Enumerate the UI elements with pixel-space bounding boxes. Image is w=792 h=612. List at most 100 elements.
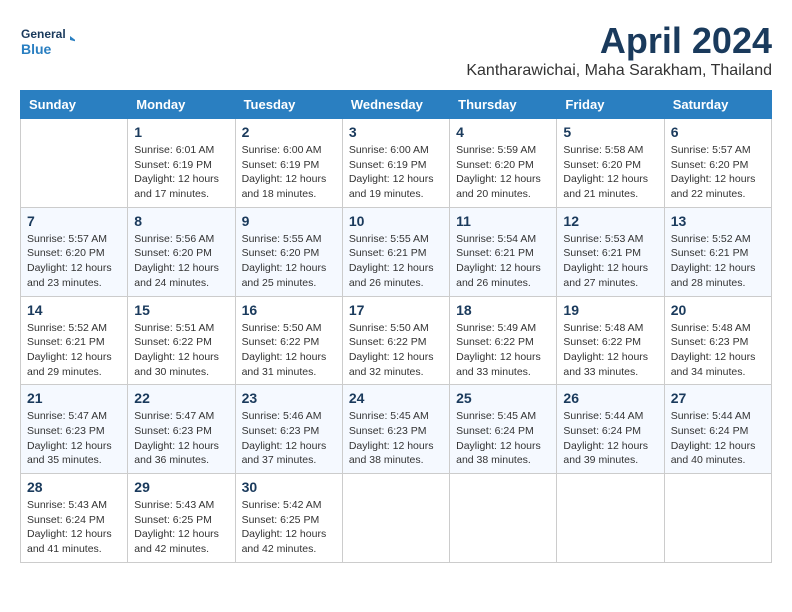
day-number: 17 xyxy=(349,302,443,318)
weekday-header-sunday: Sunday xyxy=(21,91,128,119)
calendar-cell xyxy=(450,474,557,563)
day-number: 15 xyxy=(134,302,228,318)
day-number: 29 xyxy=(134,479,228,495)
calendar-cell: 21 Sunrise: 5:47 AMSunset: 6:23 PMDayligh… xyxy=(21,385,128,474)
day-info: Sunrise: 6:01 AMSunset: 6:19 PMDaylight:… xyxy=(134,143,228,202)
day-number: 26 xyxy=(563,390,657,406)
day-info: Sunrise: 5:43 AMSunset: 6:25 PMDaylight:… xyxy=(134,498,228,557)
day-number: 2 xyxy=(242,124,336,140)
day-info: Sunrise: 5:53 AMSunset: 6:21 PMDaylight:… xyxy=(563,232,657,291)
calendar-cell: 8 Sunrise: 5:56 AMSunset: 6:20 PMDaylight… xyxy=(128,207,235,296)
day-info: Sunrise: 5:57 AMSunset: 6:20 PMDaylight:… xyxy=(27,232,121,291)
calendar-cell: 7Sunrise: 5:57 AMSunset: 6:20 PMDaylight… xyxy=(21,207,128,296)
day-info: Sunrise: 5:45 AMSunset: 6:24 PMDaylight:… xyxy=(456,409,550,468)
day-info: Sunrise: 5:59 AMSunset: 6:20 PMDaylight:… xyxy=(456,143,550,202)
day-info: Sunrise: 5:55 AMSunset: 6:20 PMDaylight:… xyxy=(242,232,336,291)
day-info: Sunrise: 5:52 AMSunset: 6:21 PMDaylight:… xyxy=(671,232,765,291)
calendar-cell: 29 Sunrise: 5:43 AMSunset: 6:25 PMDayligh… xyxy=(128,474,235,563)
day-number: 1 xyxy=(134,124,228,140)
day-info: Sunrise: 6:00 AMSunset: 6:19 PMDaylight:… xyxy=(349,143,443,202)
day-info: Sunrise: 5:46 AMSunset: 6:23 PMDaylight:… xyxy=(242,409,336,468)
calendar-cell: 18 Sunrise: 5:49 AMSunset: 6:22 PMDayligh… xyxy=(450,296,557,385)
day-number: 11 xyxy=(456,213,550,229)
calendar-cell: 17 Sunrise: 5:50 AMSunset: 6:22 PMDayligh… xyxy=(342,296,449,385)
day-number: 13 xyxy=(671,213,765,229)
calendar-cell: 28 Sunrise: 5:43 AMSunset: 6:24 PMDayligh… xyxy=(21,474,128,563)
day-info: Sunrise: 5:50 AMSunset: 6:22 PMDaylight:… xyxy=(349,321,443,380)
calendar-cell: 19Sunrise: 5:48 AMSunset: 6:22 PMDayligh… xyxy=(557,296,664,385)
weekday-header-row: SundayMondayTuesdayWednesdayThursdayFrid… xyxy=(21,91,772,119)
calendar-cell xyxy=(342,474,449,563)
day-number: 24 xyxy=(349,390,443,406)
day-number: 8 xyxy=(134,213,228,229)
calendar-cell xyxy=(21,119,128,208)
svg-text:Blue: Blue xyxy=(21,41,52,57)
calendar-week-row: 14Sunrise: 5:52 AMSunset: 6:21 PMDayligh… xyxy=(21,296,772,385)
title-section: April 2024 Kantharawichai, Maha Sarakham… xyxy=(466,20,772,80)
day-info: Sunrise: 5:44 AMSunset: 6:24 PMDaylight:… xyxy=(563,409,657,468)
calendar-week-row: 1 Sunrise: 6:01 AMSunset: 6:19 PMDaylight… xyxy=(21,119,772,208)
day-number: 19 xyxy=(563,302,657,318)
day-number: 12 xyxy=(563,213,657,229)
day-info: Sunrise: 5:54 AMSunset: 6:21 PMDaylight:… xyxy=(456,232,550,291)
day-info: Sunrise: 5:48 AMSunset: 6:23 PMDaylight:… xyxy=(671,321,765,380)
weekday-header-tuesday: Tuesday xyxy=(235,91,342,119)
logo: General Blue xyxy=(20,20,75,65)
day-info: Sunrise: 5:56 AMSunset: 6:20 PMDaylight:… xyxy=(134,232,228,291)
day-info: Sunrise: 6:00 AMSunset: 6:19 PMDaylight:… xyxy=(242,143,336,202)
weekday-header-friday: Friday xyxy=(557,91,664,119)
day-info: Sunrise: 5:47 AMSunset: 6:23 PMDaylight:… xyxy=(134,409,228,468)
calendar-cell: 6Sunrise: 5:57 AMSunset: 6:20 PMDaylight… xyxy=(664,119,771,208)
day-info: Sunrise: 5:49 AMSunset: 6:22 PMDaylight:… xyxy=(456,321,550,380)
day-number: 9 xyxy=(242,213,336,229)
day-info: Sunrise: 5:42 AMSunset: 6:25 PMDaylight:… xyxy=(242,498,336,557)
month-year-title: April 2024 xyxy=(466,20,772,62)
day-number: 30 xyxy=(242,479,336,495)
calendar-cell: 13 Sunrise: 5:52 AMSunset: 6:21 PMDayligh… xyxy=(664,207,771,296)
day-number: 14 xyxy=(27,302,121,318)
calendar-cell: 24 Sunrise: 5:45 AMSunset: 6:23 PMDayligh… xyxy=(342,385,449,474)
day-info: Sunrise: 5:43 AMSunset: 6:24 PMDaylight:… xyxy=(27,498,121,557)
calendar-cell xyxy=(664,474,771,563)
day-number: 22 xyxy=(134,390,228,406)
calendar-cell: 4 Sunrise: 5:59 AMSunset: 6:20 PMDaylight… xyxy=(450,119,557,208)
calendar-cell: 5Sunrise: 5:58 AMSunset: 6:20 PMDaylight… xyxy=(557,119,664,208)
calendar-cell: 2 Sunrise: 6:00 AMSunset: 6:19 PMDaylight… xyxy=(235,119,342,208)
day-info: Sunrise: 5:45 AMSunset: 6:23 PMDaylight:… xyxy=(349,409,443,468)
weekday-header-saturday: Saturday xyxy=(664,91,771,119)
calendar-cell: 15 Sunrise: 5:51 AMSunset: 6:22 PMDayligh… xyxy=(128,296,235,385)
calendar-cell: 12 Sunrise: 5:53 AMSunset: 6:21 PMDayligh… xyxy=(557,207,664,296)
calendar-cell: 25 Sunrise: 5:45 AMSunset: 6:24 PMDayligh… xyxy=(450,385,557,474)
day-number: 27 xyxy=(671,390,765,406)
calendar-cell: 14Sunrise: 5:52 AMSunset: 6:21 PMDayligh… xyxy=(21,296,128,385)
calendar-cell: 26 Sunrise: 5:44 AMSunset: 6:24 PMDayligh… xyxy=(557,385,664,474)
weekday-header-wednesday: Wednesday xyxy=(342,91,449,119)
day-number: 28 xyxy=(27,479,121,495)
day-number: 4 xyxy=(456,124,550,140)
calendar-cell: 16 Sunrise: 5:50 AMSunset: 6:22 PMDayligh… xyxy=(235,296,342,385)
calendar-cell: 9 Sunrise: 5:55 AMSunset: 6:20 PMDaylight… xyxy=(235,207,342,296)
day-number: 6 xyxy=(671,124,765,140)
day-info: Sunrise: 5:50 AMSunset: 6:22 PMDaylight:… xyxy=(242,321,336,380)
calendar-cell: 10 Sunrise: 5:55 AMSunset: 6:21 PMDayligh… xyxy=(342,207,449,296)
day-number: 18 xyxy=(456,302,550,318)
weekday-header-monday: Monday xyxy=(128,91,235,119)
day-number: 16 xyxy=(242,302,336,318)
day-info: Sunrise: 5:44 AMSunset: 6:24 PMDaylight:… xyxy=(671,409,765,468)
day-info: Sunrise: 5:58 AMSunset: 6:20 PMDaylight:… xyxy=(563,143,657,202)
calendar-cell: 22 Sunrise: 5:47 AMSunset: 6:23 PMDayligh… xyxy=(128,385,235,474)
svg-text:General: General xyxy=(21,27,66,41)
day-info: Sunrise: 5:55 AMSunset: 6:21 PMDaylight:… xyxy=(349,232,443,291)
weekday-header-thursday: Thursday xyxy=(450,91,557,119)
day-info: Sunrise: 5:47 AMSunset: 6:23 PMDaylight:… xyxy=(27,409,121,468)
day-number: 23 xyxy=(242,390,336,406)
day-number: 10 xyxy=(349,213,443,229)
calendar-cell: 20Sunrise: 5:48 AMSunset: 6:23 PMDayligh… xyxy=(664,296,771,385)
day-number: 25 xyxy=(456,390,550,406)
day-number: 21 xyxy=(27,390,121,406)
calendar-cell: 11 Sunrise: 5:54 AMSunset: 6:21 PMDayligh… xyxy=(450,207,557,296)
calendar-week-row: 28 Sunrise: 5:43 AMSunset: 6:24 PMDayligh… xyxy=(21,474,772,563)
day-info: Sunrise: 5:51 AMSunset: 6:22 PMDaylight:… xyxy=(134,321,228,380)
calendar-cell: 30 Sunrise: 5:42 AMSunset: 6:25 PMDayligh… xyxy=(235,474,342,563)
header: General Blue April 2024 Kantharawichai, … xyxy=(20,20,772,80)
